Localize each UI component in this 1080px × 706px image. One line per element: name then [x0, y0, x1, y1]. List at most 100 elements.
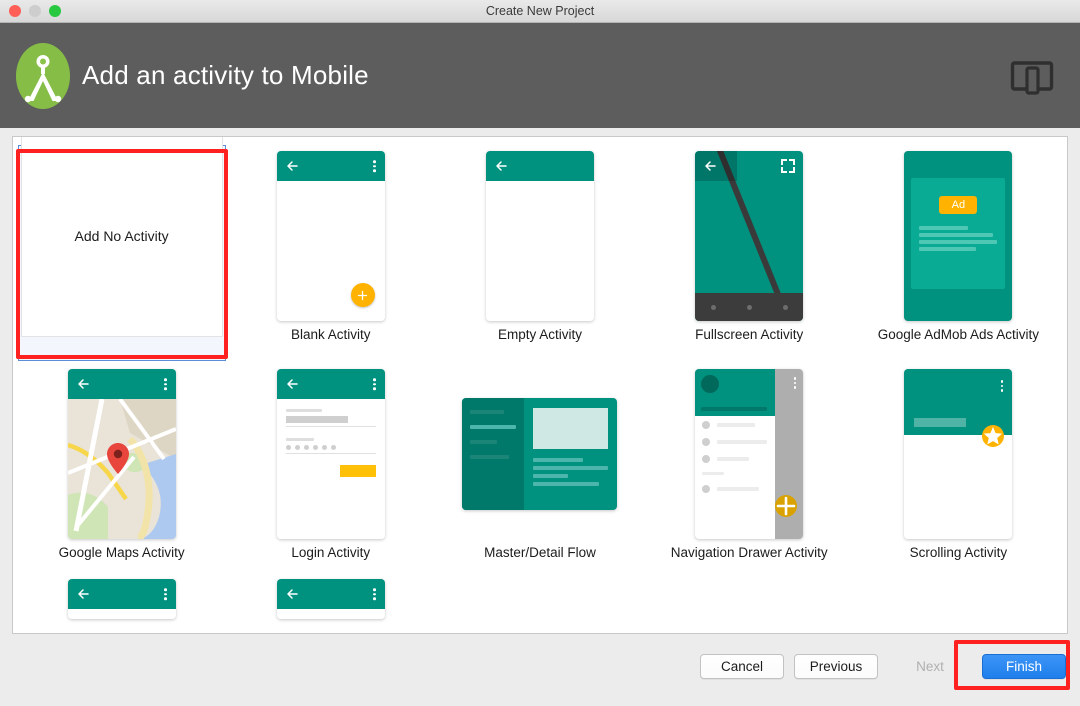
- activity-gallery-panel[interactable]: Add No Activity Blank Activity Empty Act…: [12, 136, 1068, 634]
- back-arrow-icon: [286, 588, 299, 601]
- zoom-window-button[interactable]: [49, 5, 61, 17]
- login-form: [276, 399, 385, 539]
- item-icon: [702, 454, 711, 463]
- gallery-item-navigation-drawer-activity[interactable]: Navigation Drawer Activity: [645, 361, 854, 579]
- close-window-button[interactable]: [9, 5, 21, 17]
- page-title: Add an activity to Mobile: [82, 60, 369, 90]
- drawer-account-name: [701, 407, 768, 411]
- list-item: [470, 440, 498, 444]
- map-canvas: [67, 399, 176, 539]
- app-bar: [67, 579, 176, 609]
- gallery-item-master-detail-flow[interactable]: Master/Detail Flow: [435, 361, 644, 579]
- window-titlebar: Create New Project: [0, 0, 1080, 23]
- field-underline: [285, 426, 376, 427]
- password-field-label: [285, 438, 314, 441]
- ad-card: Ad: [911, 178, 1006, 289]
- window-title: Create New Project: [485, 4, 595, 18]
- text-line: [533, 458, 583, 462]
- item-icon: [702, 437, 711, 446]
- overflow-menu-icon: [373, 378, 376, 390]
- avatar: [701, 375, 720, 393]
- gallery-item-blank-activity[interactable]: Blank Activity: [226, 143, 435, 361]
- plus-icon: [776, 496, 796, 516]
- gallery-item-admob-activity[interactable]: Ad Google AdMob Ads Activity: [854, 143, 1063, 361]
- floating-action-button: [350, 283, 375, 307]
- traffic-lights: [9, 5, 61, 17]
- blank-activity-thumbnail: [276, 151, 385, 321]
- previous-button[interactable]: Previous: [794, 653, 878, 679]
- overflow-menu-icon: [164, 588, 167, 600]
- text-line: [919, 233, 993, 237]
- thumbnail-slot: [645, 143, 854, 329]
- overflow-menu-icon: [1000, 380, 1004, 392]
- gallery-item-login-activity[interactable]: Login Activity: [226, 361, 435, 579]
- floating-action-button: [775, 495, 798, 517]
- text-line: [919, 247, 976, 251]
- gallery-item-add-no-activity[interactable]: Add No Activity: [15, 137, 228, 361]
- overflow-menu-icon: [793, 377, 797, 389]
- thumbnail-slot: Add No Activity: [17, 137, 226, 337]
- gallery-item-empty-activity[interactable]: Empty Activity: [435, 143, 644, 361]
- list-item: [470, 455, 510, 459]
- master-list-pane: [462, 398, 525, 510]
- text-line: [919, 226, 968, 230]
- fullscreen-canvas: [695, 151, 804, 321]
- gallery-item-label: Blank Activity: [291, 327, 371, 342]
- dialog-footer: Cancel Previous Next Finish: [0, 636, 1080, 696]
- minimize-window-button[interactable]: [29, 5, 41, 17]
- cancel-button[interactable]: Cancel: [700, 653, 784, 679]
- item-label: [717, 486, 760, 491]
- add-no-activity-card[interactable]: Add No Activity: [20, 137, 223, 337]
- item-label: [717, 456, 750, 461]
- drawer-list-item: [695, 433, 775, 450]
- bottom-navigation-bar: [695, 293, 804, 321]
- gallery-item-label: Google Maps Activity: [58, 545, 185, 560]
- scrolling-activity-thumbnail: [904, 369, 1013, 539]
- app-bar-title: [914, 418, 967, 427]
- thumbnail-slot: [226, 361, 435, 547]
- map-illustration: [67, 399, 176, 539]
- text-line: [533, 482, 600, 486]
- app-bar: [276, 369, 385, 399]
- list-item: [470, 410, 504, 414]
- thumbnail-slot: [17, 579, 226, 619]
- list-item-selected: [470, 425, 517, 429]
- back-arrow-icon: [77, 588, 90, 601]
- fullscreen-expand-icon: [781, 159, 796, 173]
- back-arrow-icon: [704, 160, 717, 173]
- navigation-drawer-panel: [695, 369, 776, 539]
- partial-activity-thumbnail: [67, 579, 176, 619]
- tablet-phone-device-icon[interactable]: [1010, 56, 1054, 96]
- drawer-divider: [702, 472, 725, 475]
- gallery-item-scrolling-activity[interactable]: Scrolling Activity: [854, 361, 1063, 579]
- overflow-menu-icon: [164, 378, 167, 390]
- gallery-item-partial-2[interactable]: [226, 579, 435, 619]
- navigation-drawer-thumbnail: [695, 369, 804, 539]
- floating-action-button: [982, 425, 1005, 447]
- item-label: [717, 422, 756, 427]
- app-bar: [485, 151, 594, 181]
- text-line: [919, 240, 998, 244]
- dialog-header: Add an activity to Mobile: [0, 23, 1080, 128]
- thumbnail-slot: [645, 361, 854, 547]
- app-bar: [276, 579, 385, 609]
- thumbnail-slot: [435, 361, 644, 547]
- activity-gallery-grid: Add No Activity Blank Activity Empty Act…: [13, 137, 1067, 619]
- item-icon: [702, 420, 711, 429]
- finish-button[interactable]: Finish: [982, 653, 1066, 679]
- admob-activity-thumbnail: Ad: [904, 151, 1013, 321]
- back-arrow-icon: [495, 160, 508, 173]
- sign-in-button: [339, 465, 376, 477]
- app-bar: [67, 369, 176, 399]
- back-arrow-icon: [77, 378, 90, 391]
- thumbnail-slot: [435, 143, 644, 329]
- gallery-item-maps-activity[interactable]: Google Maps Activity: [17, 361, 226, 579]
- gallery-item-fullscreen-activity[interactable]: Fullscreen Activity: [645, 143, 854, 361]
- master-detail-thumbnail: [462, 398, 618, 510]
- thumbnail-slot: [226, 579, 435, 619]
- overflow-menu-icon: [373, 588, 376, 600]
- detail-image: [533, 408, 609, 449]
- gallery-item-partial-1[interactable]: [17, 579, 226, 619]
- overflow-menu-icon: [373, 160, 376, 172]
- text-line: [533, 474, 568, 478]
